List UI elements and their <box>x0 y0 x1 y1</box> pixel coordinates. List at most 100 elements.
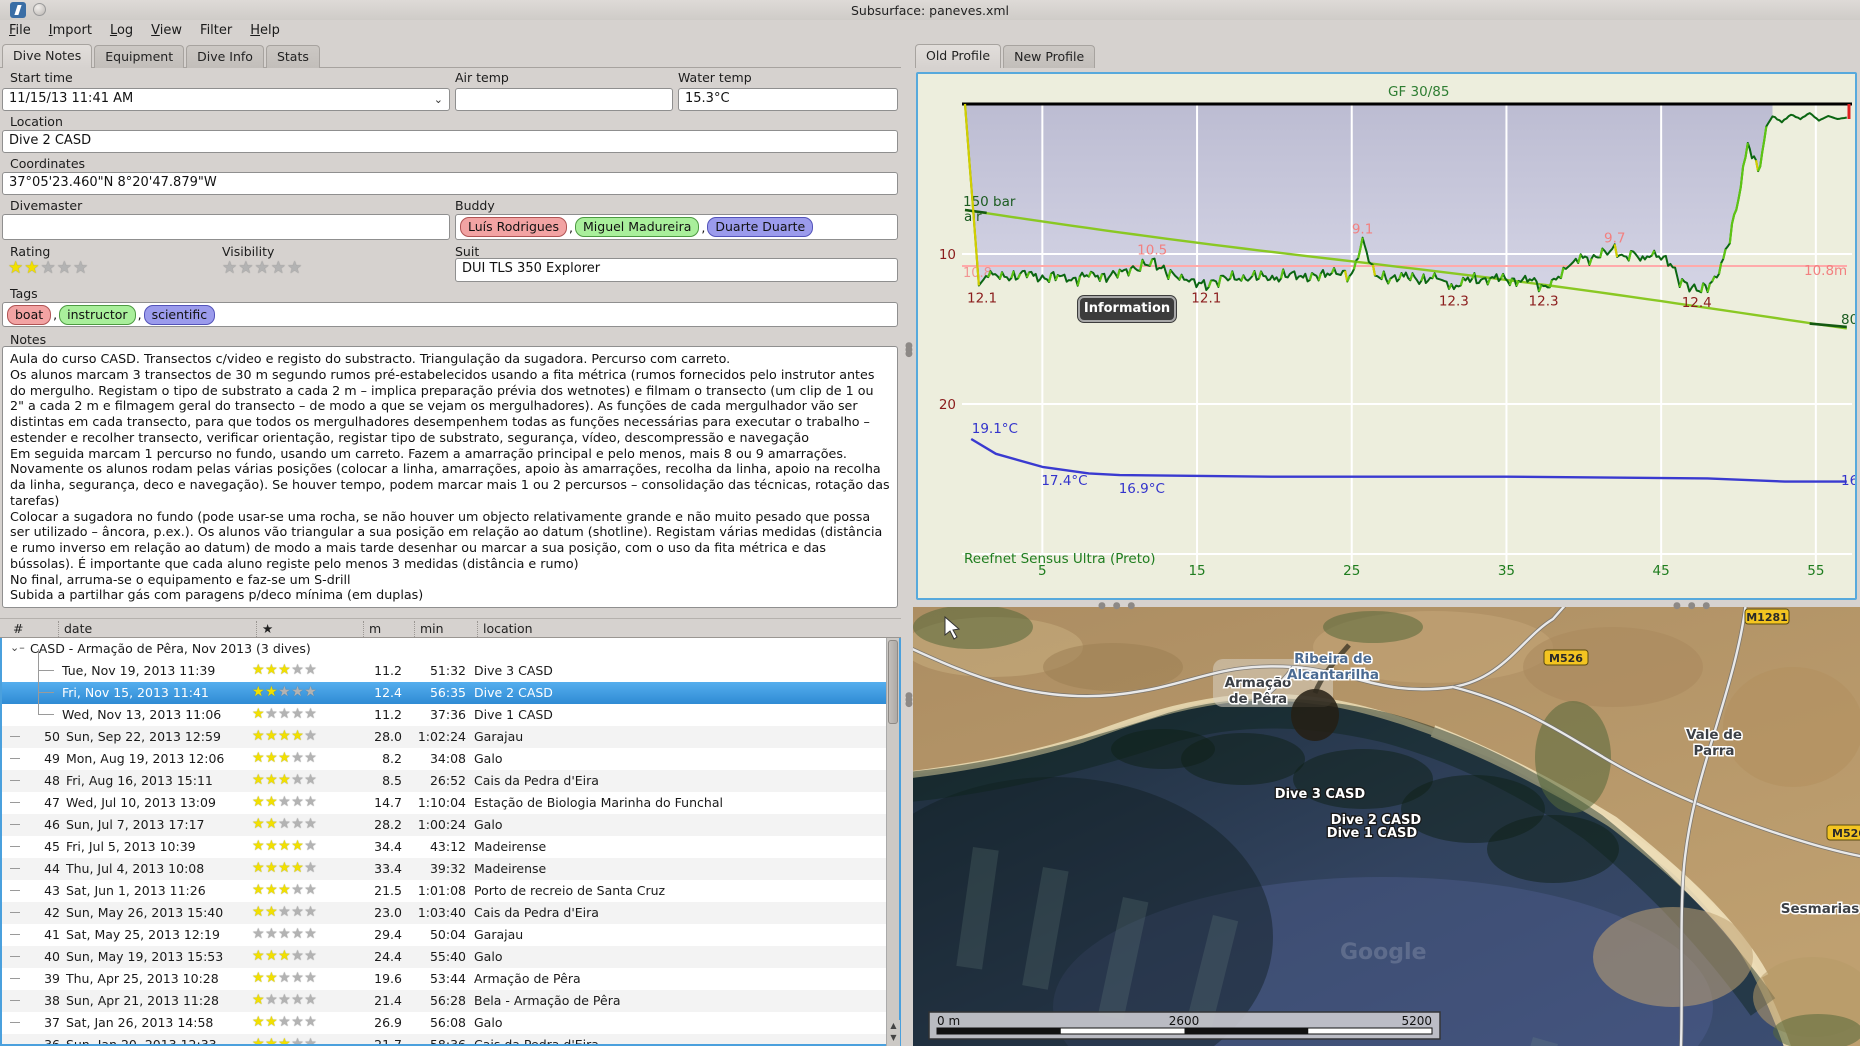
dive-location: Porto de recreio de Santa Cruz <box>474 883 666 898</box>
trip-group-row[interactable]: ⌄– CASD - Armação de Pêra, Nov 2013 (3 di… <box>2 638 899 660</box>
trip-label: CASD - Armação de Pêra, Nov 2013 (3 dive… <box>30 641 311 656</box>
dive-row-45[interactable]: 45 Fri, Jul 5, 2013 10:39 ★★★★★ 34.4 43:12 Ma… <box>2 836 899 858</box>
dive-row-47[interactable]: 47 Wed, Jul 10, 2013 13:09 ★★★★★ 14.7 1:10:0… <box>2 792 899 814</box>
chevron-down-icon[interactable]: ⌄ <box>434 93 443 106</box>
dive-row-41[interactable]: 41 Sat, May 25, 2013 12:19 ★★★★★ 29.4 50:04 G… <box>2 924 899 946</box>
tree-dash <box>10 1044 20 1045</box>
svg-text:2600: 2600 <box>1169 1014 1200 1028</box>
left-tabbar: Dive Notes Equipment Dive Info Stats <box>0 44 901 68</box>
scroll-down-icon[interactable]: ▼ <box>887 1032 900 1044</box>
column-header-0[interactable]: # <box>8 621 23 637</box>
svg-text:9.1: 9.1 <box>1352 222 1373 238</box>
scrollbar-thumb[interactable] <box>888 640 898 724</box>
coordinates-field[interactable]: 37°05'23.460"N 8°20'47.879"W <box>2 172 898 195</box>
start-time-combobox[interactable]: 11/15/13 11:41 AM ⌄ <box>2 88 450 111</box>
dive-stars: ★★★★★ <box>252 750 318 766</box>
dive-date: Sun, Apr 21, 2013 11:28 <box>66 993 219 1008</box>
notes-textarea[interactable]: Aula do curso CASD. Transectos c/video e… <box>2 346 898 608</box>
column-header-1[interactable]: date <box>58 621 92 637</box>
dive-location: Dive 3 CASD <box>474 663 553 678</box>
suit-field[interactable]: DUI TLS 350 Explorer <box>455 258 898 282</box>
dive-date: Mon, Aug 19, 2013 12:06 <box>66 751 225 766</box>
dive-row-44[interactable]: 44 Thu, Jul 4, 2013 10:08 ★★★★★ 33.4 39:32 Ma… <box>2 858 899 880</box>
scroll-up-icon[interactable]: ▲ <box>887 1020 900 1032</box>
dive-depth: 21.7 <box>374 1037 402 1046</box>
dive-duration: 37:36 <box>429 707 466 722</box>
dive-row-39[interactable]: 39 Thu, Apr 25, 2013 10:28 ★★★★★ 19.6 53:44 A… <box>2 968 899 990</box>
column-header-2[interactable]: ★ <box>256 621 273 637</box>
tree-dash <box>10 1000 20 1001</box>
dive-duration: 55:40 <box>429 949 466 964</box>
map-place-label: Vale de <box>1686 727 1742 743</box>
dive-row-50[interactable]: 50 Sun, Sep 22, 2013 12:59 ★★★★★ 28.0 1:02:2… <box>2 726 899 748</box>
pill-boat: boat <box>7 304 52 325</box>
tags-field[interactable]: boat, instructor, scientific <box>2 302 898 327</box>
dive-duration: 34:08 <box>429 751 466 766</box>
dive-date: Thu, Apr 25, 2013 10:28 <box>66 971 219 986</box>
dive-date: Sun, Jul 7, 2013 17:17 <box>66 817 205 832</box>
tree-elbow <box>38 693 54 715</box>
dive-list-scrollbar[interactable]: ▲ ▼ <box>886 638 900 1046</box>
air-temp-field[interactable] <box>455 88 673 111</box>
dive-row-dive-3-casd[interactable]: Tue, Nov 19, 2013 11:39 ★★★★★ 11.2 51:32 Div… <box>2 649 899 682</box>
dive-row-38[interactable]: 38 Sun, Apr 21, 2013 11:28 ★★★★★ 21.4 56:28 B… <box>2 990 899 1012</box>
tab-dive-notes[interactable]: Dive Notes <box>2 44 93 68</box>
divemaster-label: Divemaster <box>10 198 83 213</box>
dive-list[interactable]: ⌄– CASD - Armação de Pêra, Nov 2013 (3 di… <box>0 638 901 1046</box>
map-place-label: Sesmarias <box>1781 901 1860 917</box>
vertical-splitter[interactable]: ● ● ● ● ● ● <box>901 44 913 1046</box>
dive-row-dive-2-casd[interactable]: Fri, Nov 15, 2013 11:41 ★★★★★ 12.4 56:35 Div… <box>2 671 899 704</box>
dive-row-43[interactable]: 43 Sat, Jun 1, 2013 11:26 ★★★★★ 21.5 1:01:08… <box>2 880 899 902</box>
dive-duration: 56:35 <box>429 685 466 700</box>
titlebar[interactable]: Subsurface: paneves.xml <box>0 0 1860 20</box>
menu-view[interactable]: View <box>142 20 191 42</box>
map-canvas[interactable]: Armaçãode Pêra Ribeira deAlcantarilha Vale… <box>913 607 1860 1046</box>
information-tooltip[interactable]: Information <box>1078 296 1176 322</box>
dive-profile-chart[interactable]: 10.810.8mGF 30/85150 barair8019.1°C17.4°… <box>916 72 1857 600</box>
tree-dash <box>10 780 20 781</box>
tab-new-profile[interactable]: New Profile <box>1003 45 1096 68</box>
rating-stars[interactable]: ★★★★★ <box>8 258 89 278</box>
tab-stats[interactable]: Stats <box>265 45 320 68</box>
dive-stars: ★★★★★ <box>252 838 318 854</box>
svg-text:45: 45 <box>1653 563 1670 579</box>
dive-list-header[interactable]: # date ★ m min location <box>0 618 901 638</box>
collapse-arrow-icon[interactable]: ⌄– <box>10 641 25 654</box>
dive-site-map[interactable]: Armação de Pêra Ribeira de Alcantarilha Vale… <box>913 607 1860 1046</box>
dive-date: Wed, Jul 10, 2013 13:09 <box>66 795 216 810</box>
dive-duration: 53:44 <box>429 971 466 986</box>
column-header-4[interactable]: min <box>414 621 444 637</box>
location-field[interactable]: Dive 2 CASD <box>2 130 898 153</box>
svg-text:15: 15 <box>1188 563 1205 579</box>
dive-row-49[interactable]: 49 Mon, Aug 19, 2013 12:06 ★★★★★ 8.2 34:08 Ga… <box>2 748 899 770</box>
menu-import[interactable]: Import <box>40 20 101 42</box>
dive-row-37[interactable]: 37 Sat, Jan 26, 2013 14:58 ★★★★★ 26.9 56:08 G… <box>2 1012 899 1034</box>
menu-file[interactable]: File <box>0 20 40 42</box>
dive-row-40[interactable]: 40 Sun, May 19, 2013 15:53 ★★★★★ 24.4 55:40 G… <box>2 946 899 968</box>
menu-log[interactable]: Log <box>101 20 142 42</box>
dive-duration: 1:02:24 <box>417 729 466 744</box>
dive-depth: 34.4 <box>374 839 402 854</box>
dive-row-36[interactable]: 36 Sun, Jan 20, 2013 12:33 ★★★★★ 21.7 58:36 C… <box>2 1034 899 1046</box>
tab-dive-info[interactable]: Dive Info <box>186 45 264 68</box>
menu-help[interactable]: Help <box>241 20 289 42</box>
dive-row-46[interactable]: 46 Sun, Jul 7, 2013 17:17 ★★★★★ 28.2 1:00:24… <box>2 814 899 836</box>
dive-depth: 14.7 <box>374 795 402 810</box>
tab-old-profile[interactable]: Old Profile <box>915 44 1002 68</box>
tab-equipment[interactable]: Equipment <box>94 45 185 68</box>
dive-duration: 56:28 <box>429 993 466 1008</box>
visibility-stars[interactable]: ★★★★★ <box>222 258 303 278</box>
column-header-3[interactable]: m <box>363 621 381 637</box>
column-header-5[interactable]: location <box>477 621 533 637</box>
tree-dash <box>10 890 20 891</box>
horizontal-splitter[interactable]: ● ● ● ● ● ● <box>913 600 1860 611</box>
dive-row-dive-1-casd[interactable]: Wed, Nov 13, 2013 11:06 ★★★★★ 11.2 37:36 Div… <box>2 693 899 726</box>
buddy-field[interactable]: Luís Rodrigues, Miguel Madureira, Duarte D… <box>455 214 898 240</box>
dive-date: Sun, May 19, 2013 15:53 <box>66 949 224 964</box>
pill-luís-rodrigues: Luís Rodrigues <box>460 217 568 237</box>
dive-row-48[interactable]: 48 Fri, Aug 16, 2013 15:11 ★★★★★ 8.5 26:52 Ca… <box>2 770 899 792</box>
menu-filter[interactable]: Filter <box>191 20 241 42</box>
water-temp-field[interactable]: 15.3°C <box>678 88 898 111</box>
dive-row-42[interactable]: 42 Sun, May 26, 2013 15:40 ★★★★★ 23.0 1:03:4… <box>2 902 899 924</box>
divemaster-field[interactable] <box>2 214 450 240</box>
